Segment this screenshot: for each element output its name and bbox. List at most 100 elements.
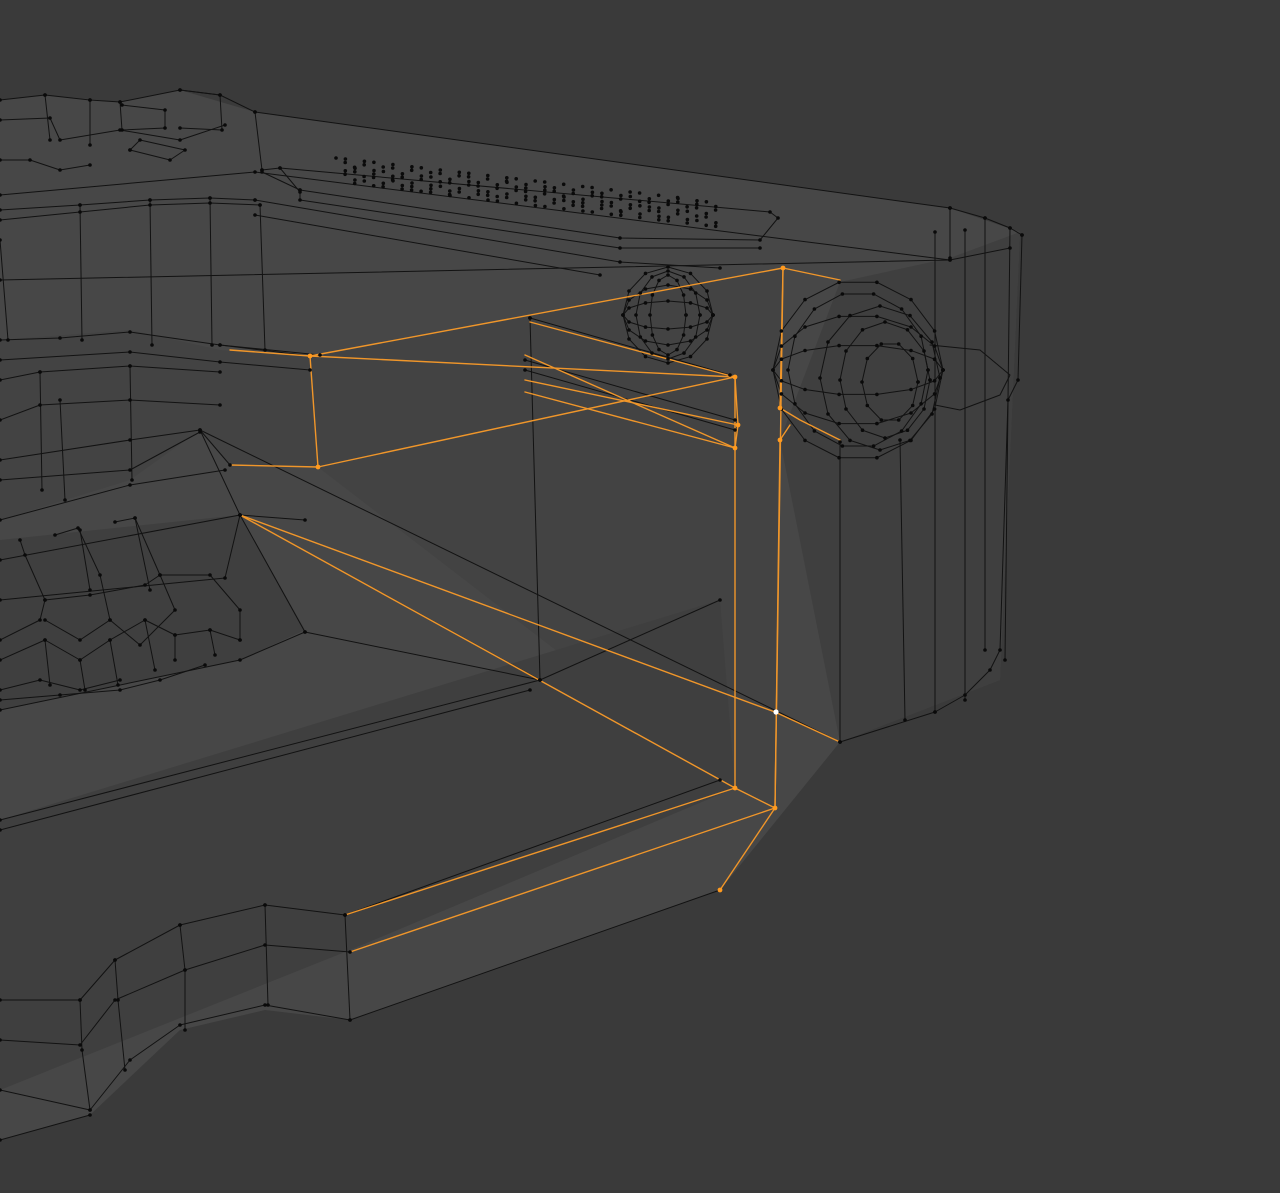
mesh-vertex[interactable] [688, 301, 693, 305]
mesh-vertex[interactable] [581, 197, 585, 202]
mesh-vertex[interactable] [1020, 233, 1024, 237]
mesh-vertex[interactable] [694, 214, 699, 218]
mesh-vertex[interactable] [657, 214, 661, 219]
mesh-vertex[interactable] [48, 116, 52, 120]
mesh-vertex[interactable] [6, 338, 10, 342]
mesh-vertex[interactable] [178, 138, 182, 142]
mesh-vertex[interactable] [83, 688, 87, 692]
mesh-vertex[interactable] [213, 653, 217, 657]
mesh-vertex[interactable] [650, 351, 654, 355]
mesh-vertex[interactable] [865, 403, 870, 408]
mesh-vertex[interactable] [552, 201, 556, 205]
mesh-vertex[interactable] [779, 379, 784, 383]
mesh-vertex[interactable] [983, 216, 987, 220]
mesh-vertex[interactable] [909, 325, 913, 329]
mesh-vertex[interactable] [647, 200, 651, 205]
mesh-vertex[interactable] [581, 209, 585, 213]
mesh-vertex[interactable] [542, 192, 547, 196]
mesh-vertex[interactable] [409, 168, 414, 173]
mesh-vertex[interactable] [318, 353, 322, 357]
mesh-vertex[interactable] [552, 197, 557, 202]
mesh-vertex[interactable] [88, 588, 92, 592]
mesh-vertex[interactable] [688, 271, 693, 276]
mesh-vertex[interactable] [128, 398, 132, 402]
mesh-vertex[interactable] [263, 943, 267, 947]
mesh-vertex[interactable] [903, 718, 907, 722]
mesh-vertex[interactable] [43, 598, 47, 602]
mesh-vertex[interactable] [905, 328, 910, 332]
mesh-vertex[interactable] [634, 313, 638, 317]
mesh-vertex[interactable] [688, 287, 693, 291]
mesh-vertex[interactable] [878, 304, 882, 308]
mesh-vertex[interactable] [647, 205, 652, 209]
mesh-vertex[interactable] [571, 188, 576, 192]
mesh-vertex[interactable] [779, 344, 784, 348]
mesh-vertex[interactable] [238, 608, 242, 612]
mesh-vertex[interactable] [173, 608, 177, 612]
mesh-vertex[interactable] [88, 143, 92, 147]
mesh-vertex[interactable] [514, 201, 519, 206]
mesh-vertex[interactable] [666, 273, 670, 277]
mesh-vertex[interactable] [298, 190, 302, 194]
mesh-vertex[interactable] [932, 357, 937, 362]
mesh-vertex[interactable] [681, 333, 686, 337]
selected-vertex[interactable] [307, 353, 313, 359]
mesh-vertex[interactable] [875, 343, 879, 348]
mesh-vertex[interactable] [693, 335, 698, 339]
mesh-vertex[interactable] [840, 444, 845, 448]
mesh-vertex[interactable] [362, 163, 367, 167]
mesh-vertex[interactable] [120, 128, 124, 132]
mesh-vertex[interactable] [930, 340, 934, 344]
mesh-vertex[interactable] [643, 301, 648, 305]
mesh-vertex[interactable] [627, 328, 631, 332]
mesh-vertex[interactable] [38, 403, 42, 407]
mesh-vertex[interactable] [919, 334, 923, 339]
mesh-vertex[interactable] [238, 513, 242, 517]
mesh-vertex[interactable] [988, 668, 992, 672]
mesh-vertex[interactable] [253, 213, 257, 217]
mesh-vertex[interactable] [793, 402, 797, 406]
mesh-vertex[interactable] [803, 325, 807, 329]
mesh-vertex[interactable] [562, 195, 566, 199]
mesh-vertex[interactable] [108, 618, 112, 622]
mesh-vertex[interactable] [438, 180, 443, 184]
mesh-vertex[interactable] [538, 678, 542, 682]
mesh-vertex[interactable] [78, 658, 82, 662]
mesh-vertex[interactable] [909, 348, 913, 353]
mesh-vertex[interactable] [128, 148, 132, 152]
mesh-vertex[interactable] [148, 588, 152, 592]
mesh-vertex[interactable] [848, 438, 852, 443]
mesh-vertex[interactable] [718, 778, 722, 782]
mesh-vertex[interactable] [1016, 378, 1020, 382]
mesh-vertex[interactable] [533, 199, 537, 203]
mesh-vertex[interactable] [208, 201, 212, 205]
mesh-vertex[interactable] [362, 179, 367, 183]
mesh-vertex[interactable] [486, 173, 490, 178]
mesh-vertex[interactable] [571, 200, 576, 204]
mesh-vertex[interactable] [298, 198, 302, 202]
selected-vertex[interactable] [732, 374, 738, 380]
mesh-vertex[interactable] [505, 180, 509, 185]
mesh-vertex[interactable] [812, 307, 817, 311]
mesh-vertex[interactable] [43, 93, 47, 97]
mesh-vertex[interactable] [448, 177, 452, 182]
mesh-vertex[interactable] [428, 190, 433, 195]
mesh-vertex[interactable] [116, 683, 120, 687]
mesh-vertex[interactable] [909, 387, 913, 392]
mesh-vertex[interactable] [278, 166, 282, 170]
mesh-vertex[interactable] [933, 710, 937, 714]
mesh-vertex[interactable] [495, 194, 500, 199]
mesh-vertex[interactable] [705, 328, 709, 332]
mesh-vertex[interactable] [78, 203, 82, 207]
mesh-vertex[interactable] [524, 186, 528, 190]
mesh-vertex[interactable] [865, 356, 870, 361]
mesh-vertex[interactable] [143, 583, 147, 587]
mesh-vertex[interactable] [116, 998, 120, 1002]
mesh-vertex[interactable] [43, 638, 47, 642]
mesh-vertex[interactable] [58, 398, 62, 402]
mesh-vertex[interactable] [609, 188, 613, 192]
mesh-vertex[interactable] [713, 224, 718, 229]
mesh-vertex[interactable] [948, 258, 952, 262]
mesh-vertex[interactable] [618, 236, 622, 240]
mesh-vertex[interactable] [693, 291, 698, 295]
